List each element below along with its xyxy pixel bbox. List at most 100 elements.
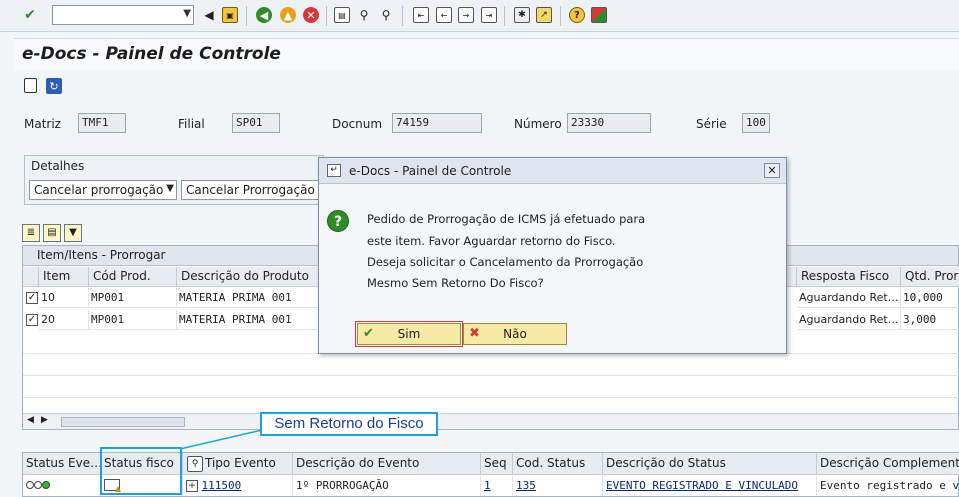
dialog-title: e-Docs - Painel de Controle xyxy=(349,164,512,178)
cell-descricao-complementar: Evento registrado e v xyxy=(820,479,959,492)
filter-icon[interactable]: ▼ xyxy=(64,224,82,242)
action-select-value: Cancelar prorrogação xyxy=(34,183,164,197)
enter-icon[interactable]: ✔ xyxy=(22,7,38,23)
system-toolbar: ✔ ▼ ◀ ▣ ◀ ▲ ✕ ▤ ⚲ ⚲ ⇤ ← → ⇥ ✱ ↗ ? xyxy=(0,0,959,32)
docnum-field: 74159 xyxy=(392,113,482,133)
save-icon[interactable]: ▣ xyxy=(222,7,238,23)
dialog-message-line: este item. Favor Aguardar retorno do Fis… xyxy=(367,234,616,248)
cell-descricao-status-link[interactable]: EVENTO REGISTRADO E VINCULADO xyxy=(603,476,817,496)
select-all-icon[interactable]: ▤ xyxy=(43,224,61,242)
toolbar-separator xyxy=(246,6,247,26)
matriz-label: Matriz xyxy=(24,117,61,131)
cell-qtd-prorr[interactable]: 3,000 xyxy=(901,310,959,330)
no-button[interactable]: ✖ Não xyxy=(463,323,567,345)
row-checkbox[interactable]: ✓ xyxy=(26,292,38,304)
cancel-icon[interactable]: ✕ xyxy=(303,7,319,23)
row-checkbox[interactable]: ✓ xyxy=(26,314,38,326)
find-icon[interactable]: ⚲ xyxy=(356,7,372,23)
column-header-descricao-status[interactable]: Descrição do Status xyxy=(603,453,817,475)
cell-seq-link[interactable]: 1 xyxy=(481,476,513,496)
yes-button[interactable]: ✔ Sim xyxy=(355,321,463,347)
column-header-status-evento[interactable]: Status Eve… xyxy=(23,453,101,475)
toolbar-separator xyxy=(402,6,403,26)
matriz-field: TMF1 xyxy=(78,113,126,133)
status-light-green-icon xyxy=(42,481,50,489)
toolbar-separator xyxy=(504,6,505,26)
detalhes-title: Detalhes xyxy=(31,159,85,173)
column-header-item[interactable]: Item xyxy=(39,267,89,287)
cell-qtd-prorr[interactable]: 10,000 xyxy=(901,288,959,308)
chevron-down-icon[interactable]: ▼ xyxy=(183,8,191,19)
toolbar-separator xyxy=(560,6,561,26)
column-header-descricao-evento[interactable]: Descrição do Evento xyxy=(293,453,481,475)
details-icon[interactable]: ⚲ xyxy=(187,456,203,472)
cell-cod-status-link[interactable]: 135 xyxy=(513,476,603,496)
cell-tipo-evento[interactable]: + 111500 xyxy=(183,476,293,496)
scroll-left-icon[interactable]: ◀ xyxy=(27,415,34,425)
exit-icon[interactable]: ▲ xyxy=(280,7,296,23)
column-header-descricao-complementar[interactable]: Descrição Complementar xyxy=(817,453,959,475)
empty-row xyxy=(23,376,959,398)
cell-resposta-fisco: Aguardando Ret… xyxy=(797,288,901,308)
dialog-message-line: Pedido de Prorrogação de ICMS já efetuad… xyxy=(367,212,646,226)
expand-icon[interactable]: + xyxy=(186,480,198,492)
column-header-qtd-prorr[interactable]: Qtd. Prorr xyxy=(901,267,959,287)
refresh-icon[interactable]: ↻ xyxy=(46,78,62,94)
help-icon[interactable]: ? xyxy=(569,7,585,23)
row-selector-header[interactable] xyxy=(23,267,39,287)
docnum-label: Docnum xyxy=(332,117,383,131)
scroll-right-icon[interactable]: ▶ xyxy=(41,415,48,425)
close-icon[interactable]: ✕ xyxy=(764,163,780,178)
shortcut-icon[interactable]: ↗ xyxy=(536,7,552,23)
serie-label: Série xyxy=(696,117,727,131)
first-page-icon[interactable]: ⇤ xyxy=(413,7,429,23)
find-next-icon[interactable]: ⚲ xyxy=(378,7,394,23)
dialog-message-line: Deseja solicitar o Cancelamento da Prorr… xyxy=(367,255,644,269)
cell-descricao: MATERIA PRIMA 001 xyxy=(177,310,321,330)
prev-page-icon[interactable]: ← xyxy=(436,7,452,23)
cell-resposta-fisco: Aguardando Ret… xyxy=(797,310,901,330)
cell-cod-prod: MP001 xyxy=(89,288,177,308)
new-session-icon[interactable]: ✱ xyxy=(514,7,530,23)
chevron-down-icon[interactable]: ▼ xyxy=(166,183,174,194)
dialog-message-line: Mesmo Sem Retorno Do Fisco? xyxy=(367,276,544,290)
empty-row xyxy=(23,354,959,376)
column-header-seq[interactable]: Seq xyxy=(481,453,513,475)
column-header-cod-prod[interactable]: Cód Prod. xyxy=(89,267,177,287)
dialog-title-bar: ↵ e-Docs - Painel de Controle ✕ xyxy=(319,158,786,184)
layout-icon[interactable] xyxy=(591,7,607,23)
no-button-label: Não xyxy=(503,327,527,341)
tipo-evento-link[interactable]: 111500 xyxy=(202,479,242,492)
details-icon[interactable]: ≣ xyxy=(22,224,40,242)
question-icon: ? xyxy=(327,210,349,232)
callout-label: Sem Retorno do Fisco xyxy=(260,412,438,436)
cell-descricao: MATERIA PRIMA 001 xyxy=(177,288,321,308)
cell-item: 20 xyxy=(39,310,89,330)
last-page-icon[interactable]: ⇥ xyxy=(481,7,497,23)
status-light-icon xyxy=(34,481,42,489)
back-nav-icon[interactable]: ◀ xyxy=(201,7,217,23)
serie-field: 100 xyxy=(742,113,770,133)
cell-cod-prod: MP001 xyxy=(89,310,177,330)
horizontal-scrollbar[interactable]: ◀ ▶ xyxy=(23,413,958,429)
status-light-icon xyxy=(26,481,34,489)
callout-highlight-box xyxy=(100,447,182,495)
column-header-resposta-fisco[interactable]: Resposta Fisco xyxy=(797,267,901,287)
command-field[interactable]: ▼ xyxy=(52,5,194,25)
back-icon[interactable]: ◀ xyxy=(256,7,272,23)
detalhes-group: Detalhes Cancelar prorrogação ▼ Cancelar… xyxy=(24,155,324,205)
action-select[interactable]: Cancelar prorrogação ▼ xyxy=(29,180,177,200)
numero-field: 23330 xyxy=(567,113,651,133)
confirm-dialog: ↵ e-Docs - Painel de Controle ✕ ? Pedido… xyxy=(318,157,787,354)
cell-status-evento xyxy=(23,476,101,496)
scrollbar-thumb[interactable] xyxy=(61,417,185,427)
yes-button-label: Sim xyxy=(397,327,421,341)
print-icon[interactable]: ▤ xyxy=(334,7,350,23)
numero-label: Número xyxy=(514,117,562,131)
new-document-icon[interactable] xyxy=(24,78,37,93)
column-header-descricao[interactable]: Descrição do Produto xyxy=(177,267,321,287)
callout-line xyxy=(179,429,263,450)
column-header-cod-status[interactable]: Cod. Status xyxy=(513,453,603,475)
filial-field: SP01 xyxy=(232,113,280,133)
next-page-icon[interactable]: → xyxy=(458,7,474,23)
